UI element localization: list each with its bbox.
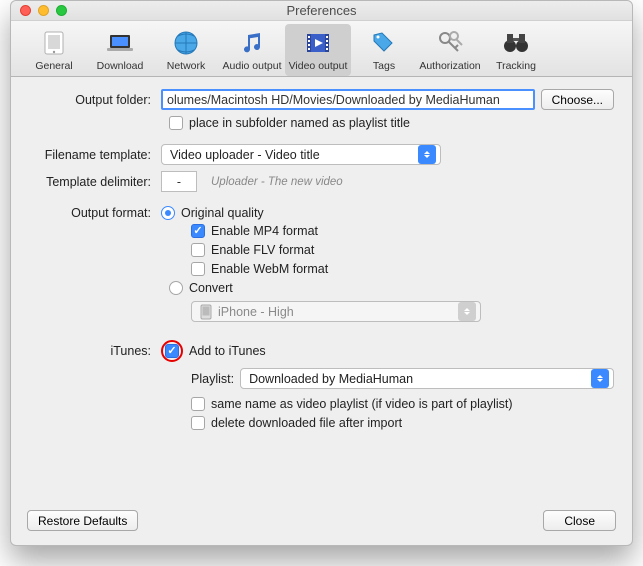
itunes-label: iTunes: <box>21 344 161 358</box>
tab-label: Authorization <box>419 60 480 72</box>
add-to-itunes-label: Add to iTunes <box>189 344 266 358</box>
tab-authorization[interactable]: Authorization <box>417 24 483 76</box>
delete-file-label: delete downloaded file after import <box>211 416 402 430</box>
enable-flv-checkbox[interactable] <box>191 243 205 257</box>
binoculars-icon <box>500 27 532 59</box>
convert-label: Convert <box>189 281 233 295</box>
tab-label: Video output <box>289 60 348 72</box>
highlight-circle <box>161 340 183 362</box>
tab-network[interactable]: Network <box>153 24 219 76</box>
chevron-updown-icon <box>458 302 476 321</box>
select-value: iPhone - High <box>218 305 294 319</box>
tab-label: Download <box>97 60 144 72</box>
tab-label: Network <box>167 60 206 72</box>
playlist-select[interactable]: Downloaded by MediaHuman <box>240 368 614 389</box>
output-format-label: Output format: <box>21 206 161 220</box>
choose-button[interactable]: Choose... <box>541 89 614 110</box>
same-name-checkbox[interactable] <box>191 397 205 411</box>
globe-icon <box>170 27 202 59</box>
phone-icon <box>200 304 212 320</box>
enable-webm-label: Enable WebM format <box>211 262 328 276</box>
tag-icon <box>368 27 400 59</box>
original-quality-radio[interactable] <box>161 206 175 220</box>
titlebar: Preferences <box>11 1 632 21</box>
preferences-window: Preferences General Download Network Aud… <box>10 0 633 546</box>
output-folder-label: Output folder: <box>21 93 161 107</box>
add-to-itunes-checkbox[interactable] <box>165 344 179 358</box>
template-hint: Uploader - The new video <box>211 176 343 188</box>
tab-audio-output[interactable]: Audio output <box>219 24 285 76</box>
laptop-icon <box>104 27 136 59</box>
restore-defaults-button[interactable]: Restore Defaults <box>27 510 138 531</box>
template-delimiter-label: Template delimiter: <box>21 175 161 189</box>
enable-mp4-label: Enable MP4 format <box>211 224 318 238</box>
tab-general[interactable]: General <box>21 24 87 76</box>
place-in-subfolder-label: place in subfolder named as playlist tit… <box>189 116 410 130</box>
convert-radio[interactable] <box>169 281 183 295</box>
toolbar: General Download Network Audio output Vi… <box>11 21 632 77</box>
tab-label: Tracking <box>496 60 536 72</box>
tab-tracking[interactable]: Tracking <box>483 24 549 76</box>
convert-preset-select[interactable]: iPhone - High <box>191 301 481 322</box>
select-value: Downloaded by MediaHuman <box>249 372 413 386</box>
select-value: Video uploader - Video title <box>170 148 320 162</box>
original-quality-label: Original quality <box>181 206 264 220</box>
tab-download[interactable]: Download <box>87 24 153 76</box>
chevron-updown-icon <box>418 145 436 164</box>
tab-label: Audio output <box>223 60 282 72</box>
device-icon <box>38 27 70 59</box>
enable-flv-label: Enable FLV format <box>211 243 314 257</box>
tab-tags[interactable]: Tags <box>351 24 417 76</box>
template-delimiter-input[interactable] <box>161 171 197 192</box>
tab-label: General <box>35 60 72 72</box>
tab-video-output[interactable]: Video output <box>285 24 351 76</box>
playlist-label: Playlist: <box>191 372 234 386</box>
filename-template-label: Filename template: <box>21 148 161 162</box>
window-title: Preferences <box>11 3 632 18</box>
enable-webm-checkbox[interactable] <box>191 262 205 276</box>
delete-file-checkbox[interactable] <box>191 416 205 430</box>
music-note-icon <box>236 27 268 59</box>
keys-icon <box>434 27 466 59</box>
enable-mp4-checkbox[interactable] <box>191 224 205 238</box>
content: Output folder: Choose... place in subfol… <box>11 77 632 443</box>
footer: Restore Defaults Close <box>11 500 632 545</box>
same-name-label: same name as video playlist (if video is… <box>211 397 513 411</box>
tab-label: Tags <box>373 60 395 72</box>
place-in-subfolder-checkbox[interactable] <box>169 116 183 130</box>
chevron-updown-icon <box>591 369 609 388</box>
film-icon <box>302 27 334 59</box>
close-button[interactable]: Close <box>543 510 616 531</box>
output-folder-input[interactable] <box>161 89 535 110</box>
filename-template-select[interactable]: Video uploader - Video title <box>161 144 441 165</box>
